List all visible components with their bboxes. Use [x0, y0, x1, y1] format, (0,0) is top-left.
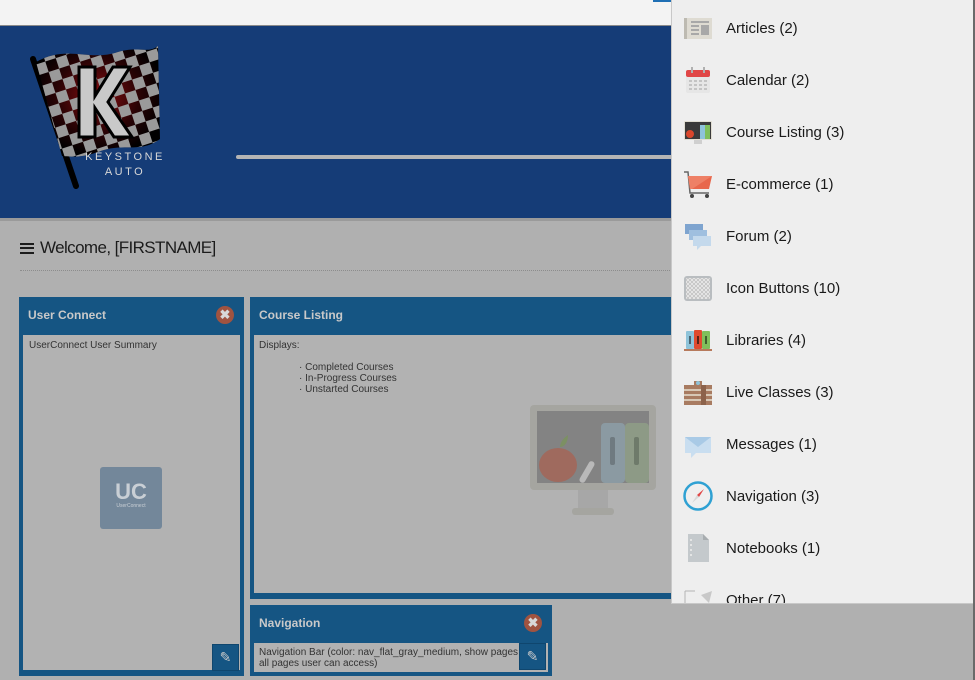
widget-category-drawer: Articles (2) Calendar (2) Course Listing… [671, 0, 974, 604]
drawer-item-label: Icon Buttons (10) [726, 279, 841, 297]
drawer-item-label: Forum (2) [726, 227, 792, 245]
course-listing-illustration-icon [530, 405, 656, 515]
list-item: · Completed Courses [299, 362, 394, 373]
logo-line-1: KEYSTONE [85, 151, 165, 163]
live-classes-icon [684, 381, 712, 405]
drawer-item-libraries[interactable]: Libraries (4) [672, 314, 972, 366]
drawer-item-articles[interactable]: Articles (2) [672, 2, 972, 54]
messages-icon [685, 437, 711, 458]
drawer-item-forum[interactable]: Forum (2) [672, 210, 972, 262]
widget-title: Navigation [259, 616, 321, 630]
drawer-item-e-commerce[interactable]: E-commerce (1) [672, 158, 972, 210]
drawer-item-label: Calendar (2) [726, 71, 810, 89]
drawer-item-label: Articles (2) [726, 19, 798, 37]
drawer-item-label: Live Classes (3) [726, 383, 834, 401]
drawer-item-notebooks[interactable]: Notebooks (1) [672, 522, 972, 574]
banner-divider [236, 155, 676, 159]
logo-line-2: AUTO [104, 166, 146, 178]
compass-icon [683, 481, 713, 511]
widget-description-line: Navigation Bar (color: nav_flat_gray_med… [259, 647, 527, 658]
hamburger-menu-icon[interactable] [20, 242, 34, 254]
list-item: · In-Progress Courses [299, 373, 397, 384]
logo-text: KEYSTONE AUTO [80, 150, 170, 180]
welcome-divider [20, 270, 670, 271]
drawer-item-label: E-commerce (1) [726, 175, 834, 193]
close-icon[interactable]: ✖ [524, 614, 542, 632]
drawer-item-label: Course Listing (3) [726, 123, 845, 141]
cart-icon [684, 171, 712, 198]
uc-badge-label: UserConnect [116, 503, 146, 509]
course-types-list: · Completed Courses · In-Progress Course… [299, 362, 397, 395]
notebook-icon [688, 534, 709, 562]
articles-icon [684, 18, 712, 39]
drawer-item-messages[interactable]: Messages (1) [672, 418, 972, 470]
widget-description: Displays: [259, 340, 300, 351]
widget-body: Navigation Bar (color: nav_flat_gray_med… [254, 643, 548, 672]
widget-navigation[interactable]: Navigation ✖ Navigation Bar (color: nav_… [250, 605, 552, 676]
widget-title: Course Listing [259, 308, 344, 322]
drawer-item-label: Other (7) [726, 591, 787, 604]
welcome-heading: Welcome, [FIRSTNAME] [20, 238, 216, 258]
widget-description: UserConnect User Summary [29, 340, 157, 351]
course-listing-icon [684, 121, 712, 144]
drawer-item-label: Navigation (3) [726, 487, 820, 505]
drawer-item-icon-buttons[interactable]: Icon Buttons (10) [672, 262, 972, 314]
userconnect-logo-icon: UC UserConnect [100, 467, 162, 529]
list-item: · Unstarted Courses [299, 384, 389, 395]
uc-badge-letters: UC [115, 479, 147, 504]
widget-description-line: all pages user can access) [259, 658, 378, 669]
drawer-item-label: Notebooks (1) [726, 539, 821, 557]
forum-icon [685, 224, 711, 250]
drawer-item-other[interactable]: Other (7) [672, 574, 972, 604]
widget-description: Navigation Bar (color: nav_flat_gray_med… [259, 647, 527, 669]
drawer-item-label: Libraries (4) [726, 331, 807, 349]
drawer-item-navigation[interactable]: Navigation (3) [672, 470, 972, 522]
calendar-icon [686, 67, 710, 93]
drawer-item-calendar[interactable]: Calendar (2) [672, 54, 972, 106]
libraries-icon [684, 330, 712, 351]
drawer-item-course-listing[interactable]: Course Listing (3) [672, 106, 972, 158]
edit-pencil-icon[interactable]: ✎ [519, 643, 546, 670]
drawer-item-label: Messages (1) [726, 435, 817, 453]
other-icon [684, 590, 712, 603]
drawer-item-live-classes[interactable]: Live Classes (3) [672, 366, 972, 418]
widget-title: User Connect [28, 308, 107, 322]
close-icon[interactable]: ✖ [216, 306, 234, 324]
edit-pencil-icon[interactable]: ✎ [212, 644, 239, 671]
icon-buttons-icon [684, 276, 712, 301]
welcome-text: Welcome, [FIRSTNAME] [40, 238, 216, 257]
